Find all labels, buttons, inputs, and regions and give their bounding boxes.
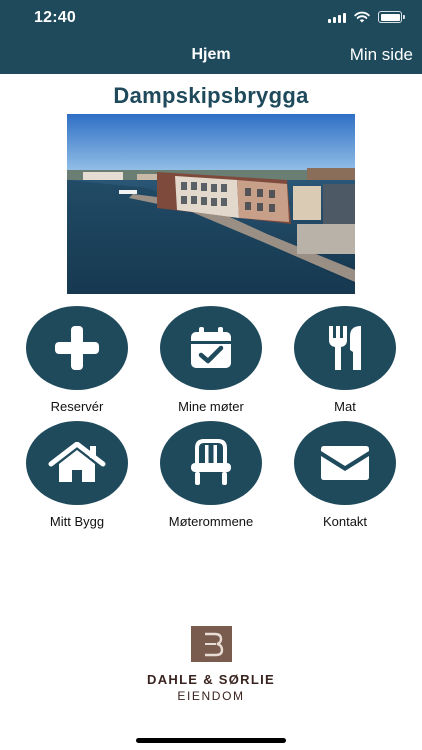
company-logo: DAHLE & SØRLIE EIENDOM (0, 626, 422, 703)
building-photo (67, 114, 355, 294)
menu-label: Mine møter (178, 399, 244, 414)
battery-icon (378, 11, 405, 23)
wifi-icon (354, 11, 370, 23)
chair-icon (191, 439, 231, 485)
menu-label: Møterommene (168, 514, 254, 529)
brand-name: DAHLE & SØRLIE (147, 672, 275, 687)
status-icons (328, 11, 405, 23)
plus-icon (55, 326, 99, 370)
menu-label: Reservér (50, 399, 104, 414)
menu-item-mine-moter[interactable]: Mine møter (146, 306, 276, 414)
menu-label: Mitt Bygg (49, 514, 105, 529)
menu-icon-circle[interactable] (294, 306, 396, 390)
envelope-icon (321, 446, 369, 480)
fork-knife-icon (329, 326, 361, 370)
menu-item-reserver[interactable]: Reservér (12, 306, 142, 414)
menu-item-kontakt[interactable]: Kontakt (280, 421, 410, 529)
status-time: 12:40 (34, 9, 76, 26)
min-side-link[interactable]: Min side (350, 45, 413, 65)
app-header: 12:40 Hjem Min side (0, 0, 422, 74)
menu-label: Kontakt (322, 514, 368, 529)
house-icon (48, 442, 106, 482)
calendar-check-icon (191, 327, 231, 368)
page-title: Dampskipsbrygga (113, 83, 309, 108)
brand-subtitle: EIENDOM (177, 689, 245, 703)
signal-icon (328, 12, 346, 23)
menu-icon-circle[interactable] (294, 421, 396, 505)
menu-item-mat[interactable]: Mat (280, 306, 410, 414)
menu-label: Mat (334, 399, 356, 414)
menu-item-mitt-bygg[interactable]: Mitt Bygg (12, 421, 142, 529)
menu-icon-circle[interactable] (160, 306, 262, 390)
menu-icon-circle[interactable] (26, 306, 128, 390)
logo-mark-icon (190, 626, 232, 662)
menu-icon-circle[interactable] (160, 421, 262, 505)
home-indicator (136, 738, 286, 743)
menu-icon-circle[interactable] (26, 421, 128, 505)
menu-item-moterommene[interactable]: Møterommene (146, 421, 276, 529)
